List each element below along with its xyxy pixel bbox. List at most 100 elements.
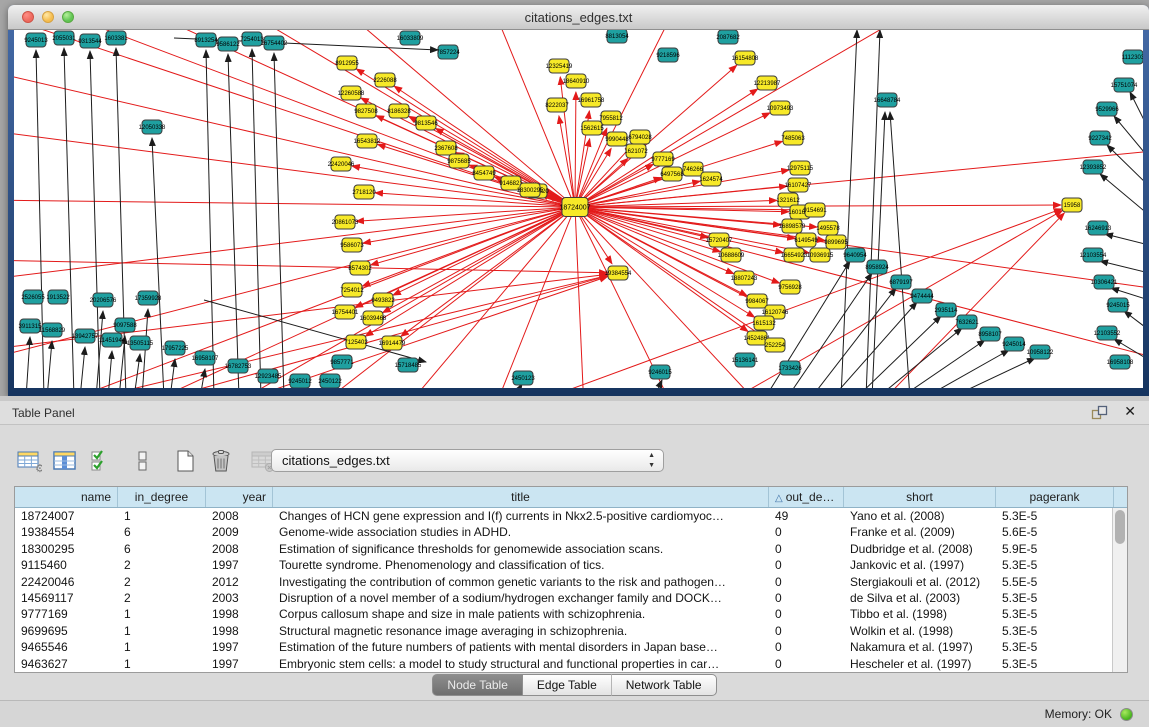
- network-node[interactable]: 16898579: [779, 219, 806, 233]
- network-node[interactable]: 9586073: [340, 238, 364, 252]
- network-node[interactable]: 6497568: [660, 167, 684, 181]
- table-row[interactable]: 1938455462009Genome-wide association stu…: [15, 524, 1127, 540]
- select-all-check-icon[interactable]: [86, 445, 116, 477]
- table-row[interactable]: 977716911998Corpus callosum shape and si…: [15, 606, 1127, 622]
- network-node[interactable]: 16961758: [578, 93, 605, 107]
- network-node[interactable]: 9875685: [447, 154, 471, 168]
- vertical-scrollbar[interactable]: [1112, 508, 1127, 672]
- network-edge-black[interactable]: [841, 30, 857, 388]
- network-node[interactable]: 2935114: [935, 303, 959, 317]
- network-edge-black[interactable]: [108, 351, 112, 388]
- network-node[interactable]: 16039468: [360, 311, 387, 325]
- network-edge-black[interactable]: [206, 50, 214, 388]
- network-node[interactable]: 15751074: [1111, 78, 1138, 92]
- network-edge-red[interactable]: [575, 207, 809, 253]
- network-node[interactable]: 12260588: [338, 86, 365, 100]
- network-node[interactable]: 7857224: [436, 45, 460, 59]
- network-node[interactable]: 9245013: [24, 33, 48, 47]
- column-header-title[interactable]: title: [273, 487, 769, 507]
- scrollbar-thumb[interactable]: [1115, 510, 1125, 544]
- network-node[interactable]: 15718485: [395, 358, 422, 372]
- network-node[interactable]: 9313544: [78, 34, 102, 48]
- network-edge-black[interactable]: [890, 112, 910, 388]
- network-node[interactable]: 9218596: [656, 48, 680, 62]
- network-edge-red[interactable]: [559, 116, 575, 207]
- network-edge-black[interactable]: [1107, 145, 1143, 186]
- network-node[interactable]: 16958108: [1107, 355, 1134, 369]
- network-edge-red[interactable]: [494, 207, 575, 388]
- column-header-out_de[interactable]: △out_de…: [769, 487, 844, 507]
- table-row[interactable]: 1456911722003Disruption of a novel membe…: [15, 590, 1127, 606]
- network-node[interactable]: 9097588: [113, 318, 137, 332]
- tab-edge-table[interactable]: Edge Table: [522, 674, 611, 696]
- network-edge-red[interactable]: [404, 207, 575, 388]
- network-node[interactable]: 1495578: [816, 221, 840, 235]
- network-node[interactable]: 8574302: [348, 261, 372, 275]
- node-table[interactable]: namein_degreeyeartitle△out_de…shortpager…: [14, 486, 1128, 673]
- column-header-pagerank[interactable]: pagerank: [996, 487, 1114, 507]
- network-node[interactable]: 9756928: [778, 280, 802, 294]
- network-edge-red[interactable]: [874, 213, 1064, 388]
- network-edge-black[interactable]: [47, 341, 52, 388]
- network-node[interactable]: 7254012: [340, 283, 364, 297]
- network-edge-red[interactable]: [575, 128, 607, 207]
- network-node[interactable]: 9827508: [354, 104, 378, 118]
- network-node[interactable]: 16033809: [397, 31, 424, 45]
- network-node[interactable]: 8912955: [335, 56, 359, 70]
- network-node[interactable]: 2367608: [434, 141, 458, 155]
- network-node[interactable]: 9640954: [843, 248, 867, 262]
- network-edge-black[interactable]: [274, 53, 284, 388]
- network-edge-black[interactable]: [900, 340, 985, 388]
- close-icon[interactable]: ✕: [1124, 403, 1136, 420]
- network-node[interactable]: 17957225: [162, 341, 189, 355]
- network-node[interactable]: 2450122: [318, 374, 342, 388]
- network-node[interactable]: 8958924: [865, 260, 889, 274]
- network-node[interactable]: 1562615: [580, 121, 604, 135]
- network-node[interactable]: 18640910: [563, 74, 590, 88]
- network-node[interactable]: 6794028: [628, 130, 652, 144]
- network-node[interactable]: 9777169: [651, 152, 675, 166]
- column-header-in_degree[interactable]: in_degree: [118, 487, 206, 507]
- network-node[interactable]: 10688609: [718, 248, 745, 262]
- network-edge-red[interactable]: [560, 77, 575, 207]
- network-edge-red[interactable]: [14, 260, 607, 273]
- network-node[interactable]: 18724007: [559, 198, 590, 217]
- network-node[interactable]: 1913522: [46, 290, 70, 304]
- network-edge-red[interactable]: [575, 207, 584, 388]
- network-node[interactable]: 9493822: [371, 293, 395, 307]
- table-row[interactable]: 969969511998Structural magnetic resonanc…: [15, 623, 1127, 639]
- network-node[interactable]: 10936915: [807, 248, 834, 262]
- network-node[interactable]: 9246015: [648, 365, 672, 379]
- network-node[interactable]: 12103552: [1094, 326, 1121, 340]
- network-node[interactable]: 252254: [765, 338, 786, 352]
- network-edge-black[interactable]: [170, 359, 175, 388]
- network-node[interactable]: 8222037: [545, 98, 569, 112]
- network-node[interactable]: 9245015: [1106, 298, 1130, 312]
- delete-column-icon[interactable]: [206, 445, 236, 477]
- network-node[interactable]: 1112303: [1122, 50, 1143, 64]
- network-node[interactable]: 12325419: [546, 59, 573, 73]
- network-edge-black[interactable]: [1114, 116, 1143, 158]
- network-node[interactable]: 7955812: [599, 111, 623, 125]
- network-edge-black[interactable]: [950, 358, 1035, 388]
- network-node[interactable]: 7485063: [781, 131, 805, 145]
- network-node[interactable]: 16754402: [261, 36, 288, 50]
- network-node[interactable]: 8913254: [194, 33, 218, 47]
- table-row[interactable]: 1872400712008Changes of HCN gene express…: [15, 508, 1127, 524]
- network-edge-black[interactable]: [1100, 174, 1143, 215]
- network-node[interactable]: 12975115: [787, 161, 814, 175]
- table-row[interactable]: 1830029562008Estimation of significance …: [15, 541, 1127, 557]
- network-node[interactable]: 16782753: [225, 359, 252, 373]
- network-edge-black[interactable]: [80, 347, 85, 388]
- network-node[interactable]: 12393852: [1080, 160, 1107, 174]
- network-edge-red[interactable]: [575, 139, 590, 207]
- network-node[interactable]: 20861073: [332, 215, 359, 229]
- network-edge-black[interactable]: [924, 350, 1009, 388]
- network-node[interactable]: 15720407: [706, 233, 733, 247]
- network-node[interactable]: 9529966: [1095, 102, 1119, 116]
- network-node[interactable]: 8813054: [605, 30, 629, 43]
- network-node[interactable]: 16958107: [192, 351, 219, 365]
- network-node[interactable]: 6879197: [889, 275, 913, 289]
- network-node[interactable]: 13505115: [127, 336, 154, 350]
- network-node[interactable]: 11568829: [39, 323, 66, 337]
